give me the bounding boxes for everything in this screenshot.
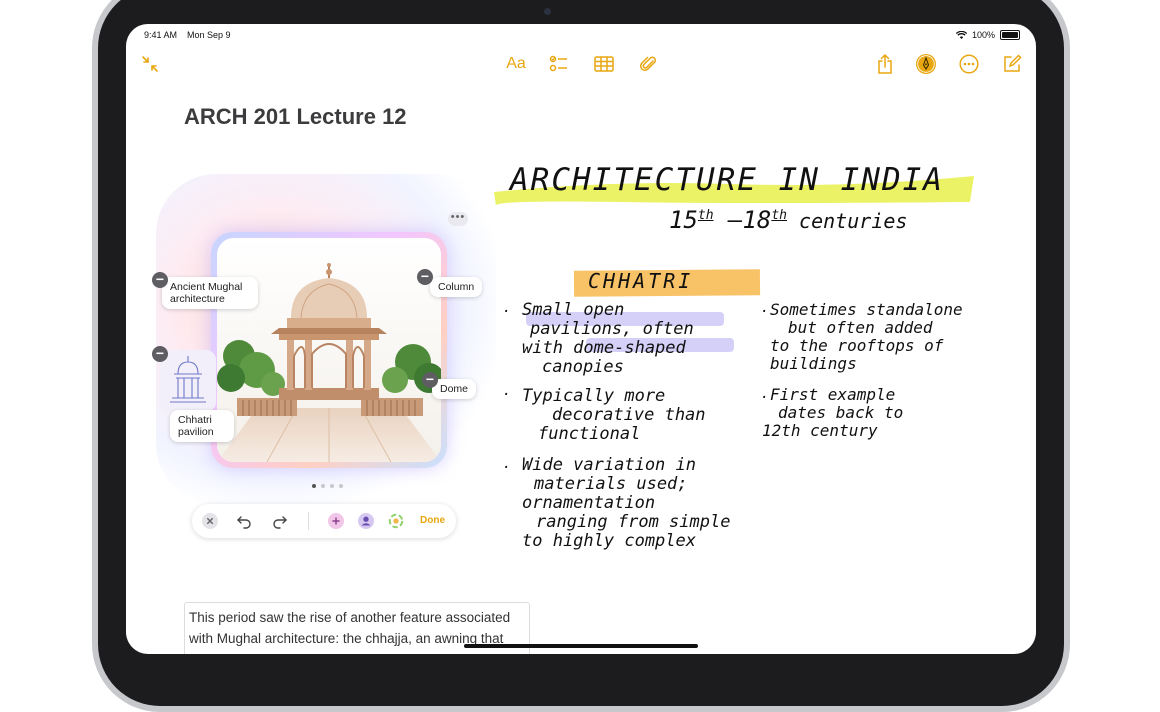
- person-icon[interactable]: [358, 513, 374, 529]
- page-dot: [330, 484, 334, 488]
- share-icon[interactable]: [875, 53, 895, 75]
- image-more-button[interactable]: •••: [448, 212, 468, 226]
- line: canopies: [542, 357, 624, 377]
- tag-ancient-mughal[interactable]: Ancient Mughal architecture: [162, 277, 258, 309]
- line: materials used;: [534, 474, 688, 494]
- bullet-1: ·: [502, 304, 511, 320]
- sub-start-sup: th: [697, 208, 714, 223]
- tag-dome[interactable]: Dome: [432, 379, 477, 399]
- undo-icon[interactable]: [236, 513, 252, 529]
- table-icon[interactable]: [593, 54, 615, 74]
- sub-tail: centuries: [787, 209, 908, 233]
- remove-sketch-icon[interactable]: −: [152, 346, 168, 362]
- line: ranging from simple: [536, 512, 731, 532]
- tag-column[interactable]: Column: [430, 277, 483, 297]
- close-icon[interactable]: [202, 513, 218, 529]
- page-dot: [339, 484, 343, 488]
- page-dot-active: [312, 484, 316, 488]
- sketch-pavilion-icon: [170, 356, 206, 403]
- bullet-3: ·: [502, 460, 511, 476]
- line: functional: [538, 424, 641, 444]
- ipad-screen: 9:41 AM Mon Sep 9 100% Aa ARCH 201 Lectu…: [126, 24, 1036, 654]
- line: buildings: [770, 354, 857, 373]
- battery-percent: 100%: [971, 30, 995, 40]
- image-playground-toolbar: Done: [192, 504, 456, 538]
- home-indicator[interactable]: [464, 644, 698, 648]
- tag-chhatri-label: Chhatri pavilion: [178, 414, 214, 438]
- line: but often added: [788, 318, 933, 337]
- status-time: 9:41 AM: [144, 30, 178, 40]
- note-bullet-right-2: First example dates back to 12th century: [762, 385, 904, 440]
- note-title[interactable]: ARCH 201 Lecture 12: [184, 104, 407, 130]
- status-date: Mon Sep 9: [187, 30, 231, 40]
- line: Small open: [522, 300, 625, 320]
- sub-end-sup: th: [771, 208, 788, 223]
- format-text-button[interactable]: Aa: [504, 54, 528, 74]
- collapse-arrows-icon[interactable]: [140, 54, 160, 74]
- line: Wide variation in: [522, 455, 696, 475]
- tag-chhatri-pavilion[interactable]: Chhatri pavilion: [170, 410, 234, 442]
- line: Sometimes standalone: [770, 300, 963, 319]
- tag-ancient-mughal-label: Ancient Mughal architecture: [170, 281, 243, 305]
- line: pavilions, often: [530, 319, 694, 339]
- bullet-4: ·: [760, 304, 769, 320]
- style-icon[interactable]: [388, 513, 404, 529]
- image-page-indicator: [312, 484, 343, 488]
- line: to highly complex: [522, 531, 696, 551]
- line: 12th century: [762, 421, 878, 440]
- page-dot: [321, 484, 325, 488]
- front-camera: [544, 8, 551, 15]
- paperclip-icon[interactable]: [638, 54, 658, 74]
- done-button[interactable]: Done: [420, 515, 445, 526]
- remove-tag-ancient-icon[interactable]: −: [152, 272, 168, 288]
- note-bullet-left-3: Wide variation in materials used; orname…: [522, 456, 730, 551]
- line: to the rooftops of: [770, 336, 944, 355]
- line: ornamentation: [522, 493, 656, 513]
- handwritten-heading: ARCHITECTURE IN INDIA: [510, 162, 944, 198]
- note-bullet-left-1: Small open pavilions, often with dome-sh…: [522, 301, 694, 377]
- tag-dome-label: Dome: [440, 383, 469, 395]
- note-bullet-left-2: Typically more decorative than functiona…: [522, 387, 706, 444]
- redo-icon[interactable]: [272, 513, 288, 529]
- bullet-5: ·: [760, 390, 769, 406]
- checklist-icon[interactable]: [549, 54, 569, 74]
- pavilion-illustration: [217, 238, 441, 462]
- more-icon[interactable]: [958, 53, 980, 75]
- remove-tag-column-icon[interactable]: −: [417, 269, 433, 285]
- markup-pen-icon[interactable]: [915, 53, 937, 75]
- line: First example: [770, 385, 896, 404]
- handwritten-subheading: 15th –18th centuries: [669, 206, 907, 234]
- bullet-2: ·: [502, 387, 511, 403]
- line: dates back to: [778, 403, 904, 422]
- line: Typically more: [522, 386, 666, 406]
- line: with dome-shaped: [522, 338, 686, 358]
- sub-start: 15: [669, 206, 698, 234]
- remove-tag-dome-icon[interactable]: −: [422, 372, 438, 388]
- status-bar: 9:41 AM Mon Sep 9 100%: [126, 24, 1036, 46]
- toolbar-divider: [308, 512, 309, 530]
- tag-column-label: Column: [438, 281, 475, 293]
- handwritten-section: CHHATRI: [588, 269, 694, 293]
- chhatri-image: [217, 238, 441, 462]
- compose-icon[interactable]: [1001, 53, 1023, 75]
- line: decorative than: [552, 405, 706, 425]
- battery-icon: [1000, 30, 1020, 40]
- generated-image-card[interactable]: [211, 232, 447, 468]
- format-label: Aa: [506, 55, 526, 72]
- wifi-icon: [955, 30, 967, 39]
- add-concept-icon[interactable]: [328, 513, 344, 529]
- sub-mid: –18: [713, 206, 772, 234]
- chhatri-sketch-thumbnail[interactable]: [160, 350, 216, 412]
- note-bullet-right-1: Sometimes standalone but often added to …: [770, 301, 963, 373]
